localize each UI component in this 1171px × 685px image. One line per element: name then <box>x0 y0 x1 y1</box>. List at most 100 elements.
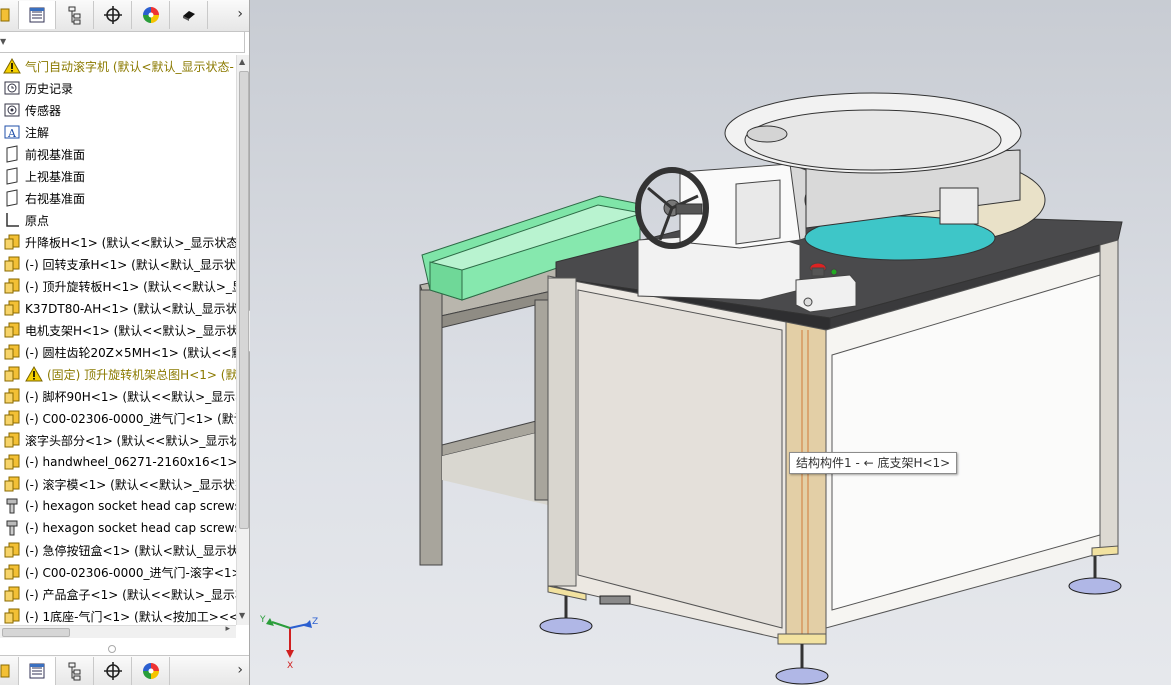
screw-icon <box>3 497 21 515</box>
tab-dimxpert-manager-bottom[interactable] <box>94 657 132 685</box>
history-icon <box>3 79 21 97</box>
appearance-color-wheel-icon <box>142 663 159 679</box>
tab-property-manager-bottom[interactable] <box>18 657 56 685</box>
tree-item[interactable]: A 注解 <box>0 121 236 143</box>
filter-collapse-caret[interactable]: ▼ <box>0 37 6 46</box>
tree-item-label: (-) 1底座-气门<1> (默认<按加工><<剌 <box>25 609 236 624</box>
plane-icon <box>3 189 21 207</box>
crosshair-icon <box>103 662 122 680</box>
assembly-icon <box>3 255 21 273</box>
sensor-icon <box>3 101 21 119</box>
graphics-viewport[interactable]: X Y Z 结构构件1 - ← 底支架H<1> <box>250 0 1171 685</box>
assembly-icon <box>3 277 21 295</box>
tab-configuration-manager-bottom[interactable] <box>56 657 94 685</box>
tree-item[interactable]: 升降板H<1> (默认<<默认>_显示状态 <box>0 231 236 253</box>
tree-item[interactable]: 滚字头部分<1> (默认<<默认>_显示状 <box>0 429 236 451</box>
warning-icon <box>25 365 43 383</box>
assembly-icon <box>3 233 21 251</box>
tree-item[interactable]: (固定) 顶升旋转机架总图H<1> (默认 <box>0 363 236 385</box>
scroll-up-arrow[interactable]: ▲ <box>239 57 245 66</box>
tree-item[interactable]: (-) 滚字模<1> (默认<<默认>_显示状态 <box>0 473 236 495</box>
tree-item[interactable]: 前视基准面 <box>0 143 236 165</box>
tree-item-label: 上视基准面 <box>25 169 86 184</box>
cam-manager-icon <box>182 11 195 21</box>
crosshair-icon <box>103 6 122 24</box>
tree-item-label: (-) 回转支承H<1> (默认<默认_显示状态 <box>25 257 236 272</box>
feature-manager-icon <box>0 664 9 678</box>
tree-item[interactable]: (-) handwheel_06271-2160x16<1> (D <box>0 451 236 473</box>
tab-scroll-right-arrow[interactable]: › <box>237 6 243 22</box>
tree-item[interactable]: (-) 脚杯90H<1> (默认<<默认>_显示状 <box>0 385 236 407</box>
panel-tab-bar-bottom: › <box>0 655 249 685</box>
tree-item-label: (-) 脚杯90H<1> (默认<<默认>_显示状 <box>25 389 236 404</box>
tree-item[interactable]: 原点 <box>0 209 236 231</box>
tree-filter-input[interactable] <box>0 31 245 53</box>
vertical-scroll-thumb[interactable] <box>239 71 249 529</box>
property-list-icon <box>29 7 45 23</box>
assembly-icon <box>3 321 21 339</box>
feature-tree: 气门自动滚字机 (默认<默认_显示状态- 历史记录传感器 A 注解前视基准面上视基准面… <box>0 55 236 625</box>
tree-item-label: (-) hexagon socket head cap screws <box>25 521 236 535</box>
assembly-icon <box>3 475 21 493</box>
tree-item[interactable]: K37DT80-AH<1> (默认<默认_显示状态 <box>0 297 236 319</box>
tree-item[interactable]: 右视基准面 <box>0 187 236 209</box>
tree-item[interactable]: 上视基准面 <box>0 165 236 187</box>
tree-item[interactable]: 历史记录 <box>0 77 236 99</box>
assembly-icon <box>3 607 21 625</box>
tree-item[interactable]: 气门自动滚字机 (默认<默认_显示状态- <box>0 55 236 77</box>
tree-item[interactable]: (-) hexagon socket head cap screws <box>0 517 236 539</box>
coordinate-triad-icon: X Y Z <box>259 615 318 668</box>
tree-item[interactable]: 传感器 <box>0 99 236 121</box>
assembly-icon <box>3 563 21 581</box>
tab-feature-manager-bottom[interactable] <box>0 657 20 685</box>
tree-item[interactable]: (-) 顶升旋转板H<1> (默认<<默认>_显 <box>0 275 236 297</box>
configuration-tree-icon <box>68 662 80 681</box>
tree-item[interactable]: (-) 产品盒子<1> (默认<<默认>_显示状 <box>0 583 236 605</box>
assembly-icon <box>3 387 21 405</box>
tree-item-label: 原点 <box>25 213 50 228</box>
svg-text:A: A <box>7 127 17 140</box>
assembly-icon <box>3 409 21 427</box>
tree-item[interactable]: (-) C00-02306-0000_进气门<1> (默认 <box>0 407 236 429</box>
tree-item[interactable]: (-) 回转支承H<1> (默认<默认_显示状态 <box>0 253 236 275</box>
assembly-icon <box>3 431 21 449</box>
tree-item[interactable]: (-) C00-02306-0000_进气门-滚字<1> <box>0 561 236 583</box>
tree-item-label: (-) 滚字模<1> (默认<<默认>_显示状态 <box>25 477 236 492</box>
plane-icon <box>3 167 21 185</box>
tab-dimxpert-manager[interactable] <box>94 1 132 29</box>
machine-3d-model[interactable] <box>250 0 1171 685</box>
horizontal-scroll-thumb[interactable] <box>2 628 70 637</box>
tree-item-label: (-) 圆柱齿轮20Z×5MH<1> (默认<<默认 <box>25 345 236 360</box>
tab-scroll-right-arrow-bottom[interactable]: › <box>237 662 243 678</box>
tree-item-label: 注解 <box>25 125 50 140</box>
tab-property-manager[interactable] <box>18 1 56 29</box>
tree-horizontal-scrollbar[interactable]: ▸ <box>0 624 236 638</box>
tree-item[interactable]: (-) 1底座-气门<1> (默认<按加工><<剌 <box>0 605 236 625</box>
tree-item-label: 历史记录 <box>25 81 74 96</box>
tree-item-label: (-) handwheel_06271-2160x16<1> (D <box>25 455 236 469</box>
tree-item-label: 升降板H<1> (默认<<默认>_显示状态 <box>25 235 236 250</box>
tab-feature-manager[interactable] <box>0 1 20 29</box>
tab-display-manager[interactable] <box>132 1 170 29</box>
tree-vertical-scrollbar[interactable]: ▲ ▼ <box>236 55 249 625</box>
assembly-icon <box>3 343 21 361</box>
triad-x-label: X <box>287 661 293 668</box>
tree-item[interactable]: (-) 圆柱齿轮20Z×5MH<1> (默认<<默认 <box>0 341 236 363</box>
assembly-icon <box>3 585 21 603</box>
tab-extra-manager[interactable] <box>170 1 208 29</box>
tab-configuration-manager[interactable] <box>56 1 94 29</box>
annotation-icon: A <box>3 123 21 141</box>
scroll-right-arrow[interactable]: ▸ <box>225 624 230 634</box>
tree-item[interactable]: (-) 急停按钮盒<1> (默认<默认_显示状 <box>0 539 236 561</box>
tree-item-label: (-) hexagon socket head cap screws <box>25 499 236 513</box>
scroll-down-arrow[interactable]: ▼ <box>239 611 245 620</box>
tree-item-label: 滚字头部分<1> (默认<<默认>_显示状 <box>25 433 236 448</box>
triad-y-label: Y <box>259 615 266 625</box>
tab-display-manager-bottom[interactable] <box>132 657 170 685</box>
tree-item[interactable]: 电机支架H<1> (默认<<默认>_显示状态 <box>0 319 236 341</box>
panel-splitter-handle[interactable] <box>108 645 116 653</box>
plane-icon <box>3 145 21 163</box>
tree-item[interactable]: (-) hexagon socket head cap screws <box>0 495 236 517</box>
hover-tooltip: 结构构件1 - ← 底支架H<1> <box>789 452 958 474</box>
tree-item-label: (-) 急停按钮盒<1> (默认<默认_显示状 <box>25 543 236 558</box>
